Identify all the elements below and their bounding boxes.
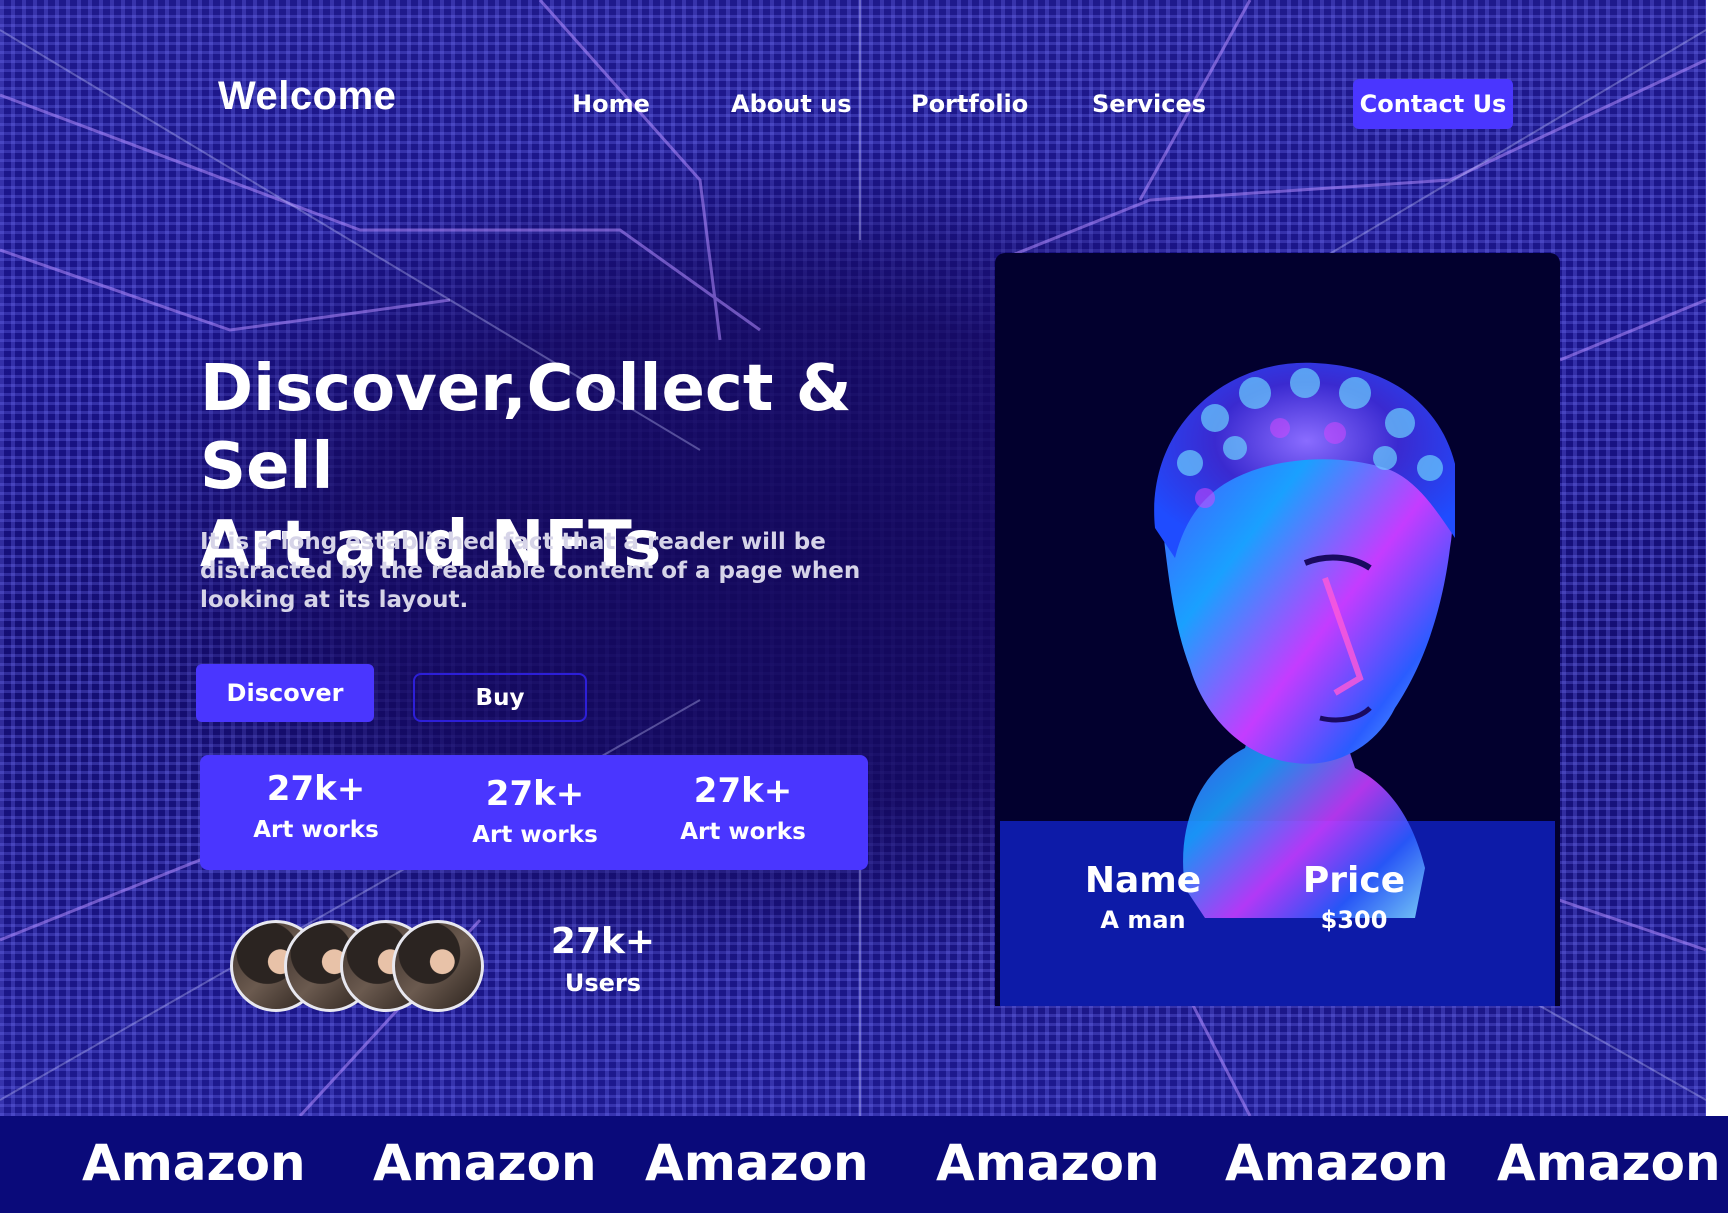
brand-logo: Amazon	[936, 1134, 1160, 1192]
stat-value: 27k+	[485, 774, 585, 814]
hero-section: Welcome Home About us Portfolio Services…	[0, 0, 1706, 1116]
stats-panel: 27k+ Art works 27k+ Art works 27k+ Art w…	[200, 755, 868, 870]
card-price-heading: Price	[1302, 860, 1406, 901]
stat-value: 27k+	[266, 769, 366, 809]
stat-item: 27k+ Art works	[445, 774, 625, 850]
stat-item: 27k+ Art works	[653, 771, 833, 847]
contact-us-button[interactable]: Contact Us	[1353, 79, 1513, 129]
users-label: Users	[564, 969, 642, 997]
card-price-block: Price $300	[1264, 859, 1444, 935]
buy-button[interactable]: Buy	[413, 673, 587, 722]
brand-logo: Amazon	[645, 1134, 869, 1192]
site-logo[interactable]: Welcome	[218, 74, 396, 119]
nav-link-about[interactable]: About us	[731, 90, 852, 118]
nav-link-services[interactable]: Services	[1092, 90, 1206, 118]
hero-subtext: It is a long established fact that a rea…	[200, 529, 861, 613]
card-name-block: Name A man	[1053, 859, 1233, 935]
card-name-heading: Name	[1084, 860, 1202, 901]
stat-item: 27k+ Art works	[226, 769, 406, 845]
card-price-value: $300	[1320, 906, 1388, 934]
stat-label: Art works	[253, 817, 379, 843]
users-stat: 27k+ Users	[548, 920, 658, 998]
nav-link-portfolio[interactable]: Portfolio	[911, 90, 1028, 118]
brand-logo: Amazon	[373, 1134, 597, 1192]
stat-label: Art works	[472, 822, 598, 848]
headline-line-1: Discover,Collect & Sell	[200, 352, 852, 504]
user-avatars	[230, 920, 490, 1012]
users-value: 27k+	[550, 921, 656, 962]
brand-logo: Amazon	[1497, 1134, 1721, 1192]
card-name-value: A man	[1100, 906, 1186, 934]
avatar	[392, 920, 484, 1012]
brand-logo: Amazon	[1225, 1134, 1449, 1192]
stat-label: Art works	[680, 819, 806, 845]
nft-card[interactable]: Name A man Price $300	[995, 253, 1560, 1006]
brand-ticker: Amazon Amazon Amazon Amazon Amazon Amazo…	[0, 1116, 1728, 1213]
statue-bust-image	[1154, 362, 1455, 918]
stat-value: 27k+	[693, 771, 793, 811]
nav-link-home[interactable]: Home	[572, 90, 650, 118]
brand-logo: Amazon	[82, 1134, 306, 1192]
discover-button[interactable]: Discover	[196, 664, 374, 722]
